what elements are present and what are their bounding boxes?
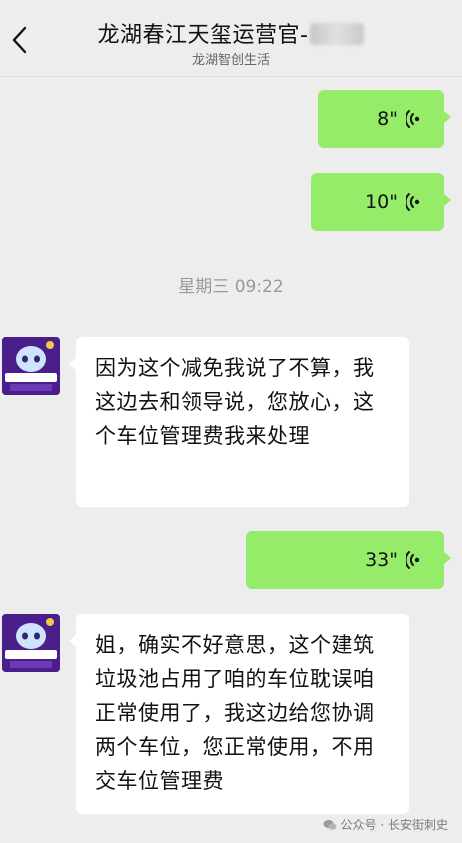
received-text-message[interactable]: 姐，确实不好意思，这个建筑垃圾池占用了咱的车位耽误咱正常使用了，我这边给您协调两… xyxy=(69,614,409,814)
voice-duration: 33" xyxy=(365,549,398,571)
voice-wave-icon xyxy=(406,193,420,211)
chat-title-text: 龙湖春江天玺运营官- xyxy=(97,23,309,48)
avatar-image xyxy=(2,337,60,395)
avatar[interactable] xyxy=(2,614,60,672)
footer-text: 公众号 · 长安街刺史 xyxy=(340,818,448,832)
message-text: 因为这个减免我说了不算，我这边去和领导说，您放心，这个车位管理费我来处理 xyxy=(95,356,375,448)
voice-message[interactable]: 8" xyxy=(318,90,451,148)
message-timestamp: 星期三 09:22 xyxy=(178,277,284,297)
wechat-icon xyxy=(323,819,337,830)
message-text: 姐，确实不好意思，这个建筑垃圾池占用了咱的车位耽误咱正常使用了，我这边给您协调两… xyxy=(95,633,375,793)
chat-header: 龙湖春江天玺运营官- 龙湖智创生活 xyxy=(0,0,462,77)
chat-subtitle: 龙湖智创生活 xyxy=(191,53,270,68)
voice-message[interactable]: 10" xyxy=(311,173,451,231)
redacted-name xyxy=(310,23,365,45)
voice-message[interactable]: 33" xyxy=(246,531,451,589)
chat-title: 龙湖春江天玺运营官- xyxy=(0,17,462,49)
avatar[interactable] xyxy=(2,337,60,395)
voice-wave-icon xyxy=(406,551,420,569)
voice-wave-icon xyxy=(406,110,420,128)
voice-duration: 10" xyxy=(365,191,398,213)
avatar-image xyxy=(2,614,60,672)
voice-duration: 8" xyxy=(377,108,398,130)
footer-attribution: 公众号 · 长安街刺史 xyxy=(323,816,448,833)
received-text-message[interactable]: 因为这个减免我说了不算，我这边去和领导说，您放心，这个车位管理费我来处理 xyxy=(69,337,409,507)
